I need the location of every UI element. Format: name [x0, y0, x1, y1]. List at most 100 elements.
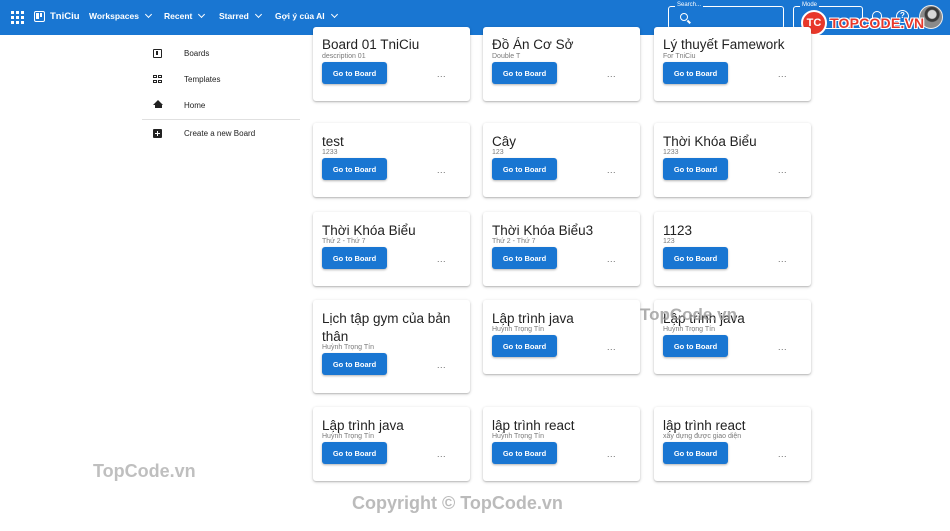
menu-recent[interactable]: Recent [164, 10, 206, 21]
more-options-icon[interactable]: ... [437, 449, 446, 459]
board-card: Lịch tập gym của bản thân Huỳnh Trọng Tín… [313, 300, 470, 393]
board-card: test 1233 Go to Board... [313, 123, 470, 197]
go-to-board-button[interactable]: Go to Board [663, 158, 728, 180]
board-description: Thứ 2 - Thứ 7 [322, 238, 366, 245]
brand[interactable]: TniCiu [34, 11, 80, 22]
more-options-icon[interactable]: ... [437, 360, 446, 370]
more-options-icon[interactable]: ... [607, 69, 616, 79]
board-card: Lập trình java Huỳnh Trọng Tín Go to Board… [313, 407, 470, 481]
go-to-board-button[interactable]: Go to Board [663, 62, 728, 84]
board-description: description 01 [322, 53, 366, 60]
more-options-icon[interactable]: ... [607, 254, 616, 264]
more-options-icon[interactable]: ... [607, 165, 616, 175]
board-title: Lịch tập gym của bản thân [322, 311, 451, 344]
sidebar-item-create-board[interactable]: Create a new Board [142, 120, 300, 146]
go-to-board-button[interactable]: Go to Board [322, 247, 387, 269]
more-options-icon[interactable]: ... [607, 449, 616, 459]
mode-label: Mode [800, 2, 820, 8]
board-title: 1123 [663, 223, 693, 238]
add-box-icon [153, 128, 162, 138]
go-to-board-button[interactable]: Go to Board [492, 442, 557, 464]
more-options-icon[interactable]: ... [778, 449, 787, 459]
more-options-icon[interactable]: ... [778, 254, 787, 264]
board-icon [153, 48, 162, 58]
board-description: For TniCiu [663, 53, 696, 60]
topcode-logo-text: TOPCODE.VN [830, 15, 925, 31]
board-description: 123 [492, 149, 504, 156]
topcode-logo-watermark: TC TOPCODE.VN [801, 10, 924, 36]
board-description: Double T [492, 53, 521, 60]
board-card: lập trình react xây dựng được giao diện Go… [654, 407, 811, 481]
board-description: 1233 [663, 149, 679, 156]
more-options-icon[interactable]: ... [778, 342, 787, 352]
chevron-down-icon [330, 10, 338, 19]
board-title: Cây [492, 134, 517, 149]
menu-starred[interactable]: Starred [219, 10, 262, 21]
watermark-left: TopCode.vn [93, 461, 196, 481]
brand-name: TniCiu [50, 11, 80, 22]
board-description: 123 [663, 238, 675, 245]
go-to-board-button[interactable]: Go to Board [663, 335, 728, 357]
menu-label: Gợi ý của AI [275, 11, 325, 21]
sidebar-item-label: Create a new Board [184, 128, 256, 138]
sidebar-item-templates[interactable]: Templates [142, 66, 300, 92]
go-to-board-button[interactable]: Go to Board [492, 247, 557, 269]
board-card: Đồ Án Cơ Sở Double T Go to Board... [483, 27, 640, 101]
go-to-board-button[interactable]: Go to Board [322, 158, 387, 180]
menu-label: Workspaces [89, 11, 139, 21]
search-box[interactable]: Search... [668, 2, 784, 29]
go-to-board-button[interactable]: Go to Board [492, 335, 557, 357]
board-card: Lập trình java Huỳnh Trọng Tín Go to Board… [483, 300, 640, 374]
board-title: Thời Khóa Biểu [663, 134, 757, 149]
board-card: 1123 123 Go to Board... [654, 212, 811, 286]
watermark-copyright: Copyright © TopCode.vn [352, 493, 563, 513]
go-to-board-button[interactable]: Go to Board [492, 158, 557, 180]
board-card: Board 01 TniCiu description 01 Go to Board… [313, 27, 470, 101]
more-options-icon[interactable]: ... [607, 342, 616, 352]
board-card: lập trình react Huỳnh Trọng Tín Go to Boar… [483, 407, 640, 481]
go-to-board-button[interactable]: Go to Board [322, 442, 387, 464]
app-root: TniCiu Workspaces Recent Starred Gợi ý c… [0, 0, 950, 531]
go-to-board-button[interactable]: Go to Board [492, 62, 557, 84]
board-title: Board 01 TniCiu [322, 37, 420, 52]
menu-label: Starred [219, 11, 249, 21]
chevron-down-icon [254, 10, 262, 19]
menu-ai-suggestions[interactable]: Gợi ý của AI [275, 10, 338, 21]
home-icon [153, 100, 163, 108]
trello-logo-icon [34, 11, 45, 22]
sidebar-item-boards[interactable]: Boards [142, 40, 300, 66]
go-to-board-button[interactable]: Go to Board [322, 62, 387, 84]
board-title: Đồ Án Cơ Sở [492, 37, 574, 52]
board-description: 1233 [322, 149, 338, 156]
sidebar-item-label: Boards [184, 48, 210, 58]
watermark-center: TopCode.vn [640, 305, 737, 324]
go-to-board-button[interactable]: Go to Board [322, 353, 387, 375]
chevron-down-icon [198, 10, 206, 19]
go-to-board-button[interactable]: Go to Board [663, 442, 728, 464]
board-description: Thứ 2 - Thứ 7 [492, 238, 536, 245]
sidebar-item-label: Home [184, 100, 206, 110]
board-description: Huỳnh Trọng Tín [322, 433, 375, 440]
board-card: Thời Khóa Biểu Thứ 2 - Thứ 7 Go to Board..… [313, 212, 470, 286]
apps-grid-icon[interactable] [11, 11, 24, 24]
board-card: Thời Khóa Biểu3 Thứ 2 - Thứ 7 Go to Board.… [483, 212, 640, 286]
more-options-icon[interactable]: ... [778, 165, 787, 175]
sidebar-item-home[interactable]: Home [142, 92, 300, 118]
board-description: Huỳnh Trọng Tín [492, 326, 545, 333]
search-label: Search... [675, 2, 704, 8]
search-input[interactable] [695, 10, 779, 25]
board-description: Huỳnh Trọng Tín [492, 433, 545, 440]
board-description: xây dựng được giao diện [663, 433, 742, 440]
more-options-icon[interactable]: ... [437, 254, 446, 264]
go-to-board-button[interactable]: Go to Board [663, 247, 728, 269]
board-title: test [322, 134, 344, 149]
menu-workspaces[interactable]: Workspaces [89, 10, 152, 21]
sidebar-item-label: Templates [184, 74, 221, 84]
more-options-icon[interactable]: ... [437, 165, 446, 175]
board-card: Thời Khóa Biểu 1233 Go to Board... [654, 123, 811, 197]
chevron-down-icon [144, 10, 152, 19]
more-options-icon[interactable]: ... [437, 69, 446, 79]
board-description: Huỳnh Trọng Tín [663, 326, 716, 333]
board-card: Lý thuyết Famework For TniCiu Go to Board.… [654, 27, 811, 101]
more-options-icon[interactable]: ... [778, 69, 787, 79]
